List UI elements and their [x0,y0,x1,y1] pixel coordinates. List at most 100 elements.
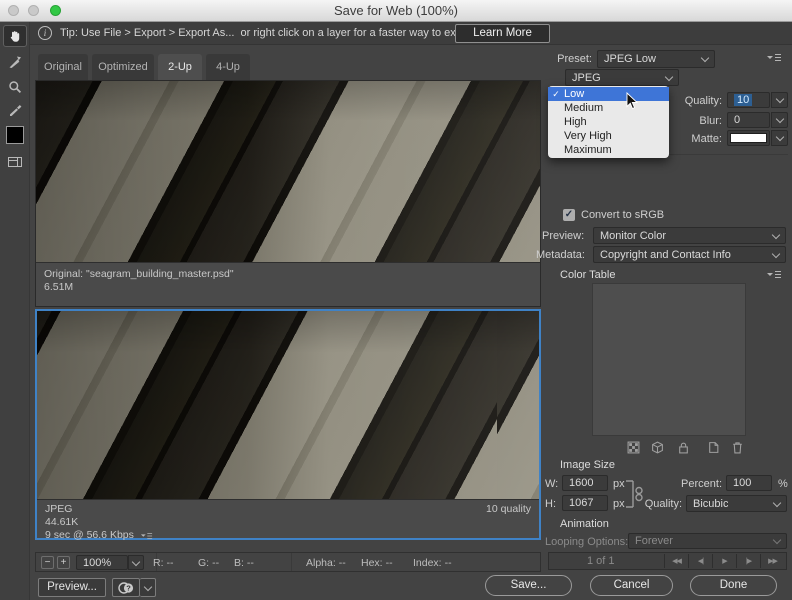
index-value: -- [445,557,452,569]
menu-item-maximum[interactable]: Maximum [548,143,669,157]
tab-2up[interactable]: 2-Up [158,54,202,80]
chevron-down-icon [701,54,709,62]
height-field[interactable]: 1067 [562,495,608,511]
previous-frame-button[interactable]: ◀| [688,554,712,568]
alpha-label: Alpha: [306,557,336,569]
save-button[interactable]: Save... [485,575,572,596]
preview-dropdown[interactable]: Monitor Color [593,227,786,244]
slice-select-tool-button[interactable] [3,51,27,73]
zoom-level-dropdown-button[interactable] [128,555,144,570]
original-filesize: 6.51M [44,281,532,294]
color-table-swatches[interactable] [592,283,746,436]
tab-original[interactable]: Original [38,54,88,80]
preview-label: Preview: [542,230,584,243]
red-value: -- [167,557,174,569]
zoom-window-button[interactable] [50,5,61,16]
learn-more-button[interactable]: Learn More [455,24,550,43]
menu-item-medium[interactable]: Medium [548,101,669,115]
next-frame-button[interactable]: |▶ [736,554,760,568]
slices-visibility-icon [7,155,23,169]
convert-srgb-checkbox[interactable]: ✓ [563,209,575,221]
preset-panel-menu-icon[interactable] [766,53,782,63]
tool-strip [0,22,30,600]
optimized-preview-image[interactable] [37,311,539,499]
menu-item-low[interactable]: ✓ Low [548,87,669,101]
browser-dropdown-button[interactable] [140,578,156,597]
chevron-down-icon [665,72,673,80]
width-unit: px [613,478,625,491]
browser-select-button[interactable]: ? [112,578,140,597]
lock-color-icon[interactable] [677,441,690,454]
slice-select-icon [8,55,22,69]
index-label: Index: [413,557,442,569]
original-filename: Original: "seagram_building_master.psd" [44,268,532,281]
blue-label: B: [234,557,244,569]
color-table-title: Color Table [560,269,615,281]
format-dropdown[interactable]: JPEG [565,69,679,86]
height-label: H: [545,498,556,511]
zoom-in-button[interactable]: + [57,556,70,569]
width-field[interactable]: 1600 [562,475,608,491]
eyedropper-color-swatch[interactable] [6,126,24,144]
original-preview-image[interactable] [36,81,540,262]
preset-dropdown[interactable]: JPEG Low [597,50,715,68]
metadata-dropdown[interactable]: Copyright and Contact Info [593,246,786,263]
matte-color-swatch [730,133,767,143]
save-for-web-dialog: Save for Web (100%) i Tip: Use File > Ex… [0,0,792,600]
first-frame-button[interactable]: ◀◀ [664,554,688,568]
matte-swatch-field[interactable] [727,130,770,146]
eyedropper-tool-button[interactable] [3,100,27,122]
delete-color-icon[interactable] [731,441,744,454]
chevron-down-icon [772,230,780,238]
animation-title: Animation [560,518,609,530]
blur-slider-button[interactable] [771,112,788,128]
tip-bar: i Tip: Use File > Export > Export As... … [30,22,792,45]
quality-field[interactable]: 10 [727,92,770,108]
last-frame-button[interactable]: ▶▶ [760,554,784,568]
frame-navigation-strip: 1 of 1 ◀◀ ◀| ▶ |▶ ▶▶ [548,552,787,570]
looping-options-dropdown[interactable]: Forever [628,533,787,549]
zoom-level-field[interactable]: 100% [76,555,128,570]
optimized-preview-pane[interactable]: JPEG 44.61K 9 sec @ 56.6 Kbps 10 quality [35,309,541,540]
zoom-tool-button[interactable] [3,76,27,98]
new-color-icon[interactable] [707,441,720,454]
percent-unit: % [778,478,788,491]
zoom-out-button[interactable]: − [41,556,54,569]
optimized-download-rate: 9 sec @ 56.6 Kbps [45,529,134,542]
menu-item-high[interactable]: High [548,115,669,129]
height-unit: px [613,498,625,511]
quality-slider-button[interactable] [771,92,788,108]
magnifier-icon [8,80,22,94]
mouse-cursor [626,92,638,110]
titlebar: Save for Web (100%) [0,0,792,22]
minimize-window-button[interactable] [28,5,39,16]
snap-web-palette-icon[interactable] [627,441,640,454]
tab-4up[interactable]: 4-Up [206,54,250,80]
play-button[interactable]: ▶ [712,554,736,568]
looping-options-label: Looping Options: [545,536,628,549]
cancel-button[interactable]: Cancel [590,575,673,596]
close-window-button[interactable] [8,5,19,16]
hex-value: -- [386,557,393,569]
green-label: G: [198,557,209,569]
blur-field[interactable]: 0 [727,112,770,128]
hand-tool-button[interactable] [3,25,27,47]
color-table-menu-icon[interactable] [766,270,782,280]
resample-quality-dropdown[interactable]: Bicubic [686,495,787,512]
percent-field[interactable]: 100 [726,475,772,491]
menu-item-very-high[interactable]: Very High [548,129,669,143]
image-size-title: Image Size [560,459,615,471]
original-preview-pane[interactable]: Original: "seagram_building_master.psd" … [35,80,541,307]
done-button[interactable]: Done [690,575,777,596]
web-shift-cube-icon[interactable] [651,441,664,454]
svg-text:?: ? [126,583,131,592]
browser-icon: ? [118,581,134,595]
preview-options-menu-icon[interactable] [140,532,153,540]
preset-label: Preset: [552,53,592,66]
checkmark-icon: ✓ [548,89,564,100]
toggle-slices-visibility-button[interactable] [3,151,27,173]
tab-optimized[interactable]: Optimized [92,54,154,80]
preview-in-browser-button[interactable]: Preview... [38,578,106,597]
matte-dropdown-button[interactable] [771,130,788,146]
tip-text: Tip: Use File > Export > Export As... or… [60,27,510,39]
